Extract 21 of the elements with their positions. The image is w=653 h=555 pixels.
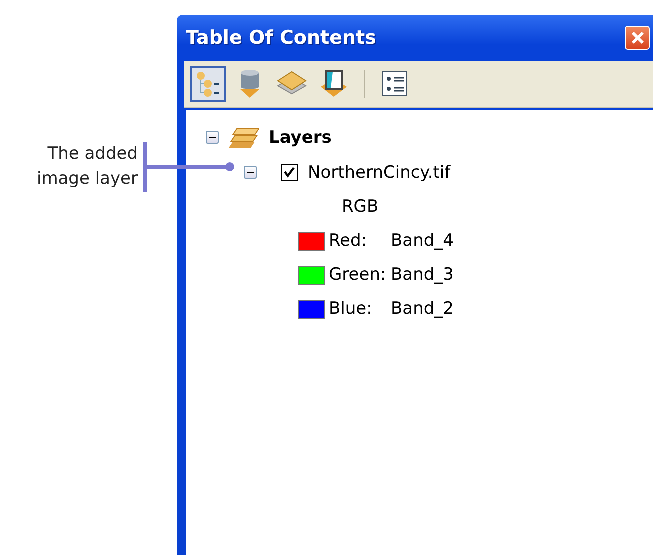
list-options-icon: [382, 71, 408, 97]
close-button[interactable]: [625, 26, 650, 50]
band-label: Blue:: [329, 299, 374, 319]
collapse-button[interactable]: [206, 131, 219, 144]
band-value: Band_4: [391, 231, 454, 251]
band-value: Band_2: [391, 299, 454, 319]
layer-checkbox[interactable]: [281, 164, 298, 181]
layer-tree-icon: [194, 70, 222, 98]
window-title: Table Of Contents: [186, 27, 376, 49]
layers-icon: [229, 126, 259, 150]
legend-heading: RGB: [342, 197, 379, 217]
band-label: Green:: [329, 265, 388, 285]
map-selection-icon: [319, 69, 349, 99]
toolbar-button[interactable]: [190, 66, 226, 102]
layer-name[interactable]: NorthernCincy.tif: [308, 162, 451, 182]
close-icon: [630, 31, 644, 45]
band-label: Red:: [329, 231, 368, 251]
band-value: Band_3: [391, 265, 454, 285]
collapse-button[interactable]: [244, 166, 257, 179]
layer-group-label: Layers: [269, 128, 332, 148]
callout-text: The added image layer: [36, 143, 138, 191]
